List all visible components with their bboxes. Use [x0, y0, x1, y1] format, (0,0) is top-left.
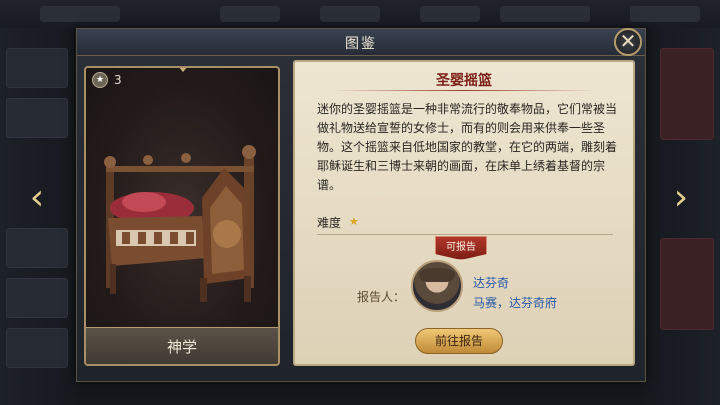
title-divider [331, 90, 597, 91]
reporter-avatar[interactable] [411, 260, 463, 312]
reportable-badge: 可报告 [435, 236, 487, 260]
reporter-location[interactable]: 马赛，达芬奇府 [473, 294, 557, 311]
background-top-bar [0, 0, 720, 28]
background-top-item [220, 6, 280, 22]
cradle-image [104, 145, 256, 302]
background-tab [6, 278, 68, 318]
star-count: 3 [114, 73, 122, 87]
background-top-item [500, 6, 590, 22]
dialog-title: 图鉴 [345, 36, 377, 52]
item-category: 神学 [166, 338, 197, 356]
reporter-label: 报告人： [357, 290, 406, 304]
background-top-item [320, 6, 380, 22]
background-card [660, 48, 714, 140]
background-tab [6, 98, 68, 138]
go-report-button[interactable]: 前往报告 [415, 328, 503, 354]
item-detail-panel: 圣婴摇篮 迷你的圣婴摇篮是一种非常流行的敬奉物品，它们常被当做礼物送给宣誓的女修… [293, 60, 635, 366]
background-top-item [420, 6, 480, 22]
divider [317, 234, 613, 235]
difficulty-label: 难度 [317, 216, 342, 230]
next-arrow-button[interactable]: › [664, 180, 698, 216]
background-top-item [40, 6, 120, 22]
close-button[interactable]: ✕ [614, 28, 642, 56]
card-ornament [178, 68, 188, 72]
background-tab [6, 228, 68, 268]
reporter-name[interactable]: 达芬奇 [473, 274, 509, 291]
background-card [660, 238, 714, 330]
item-title: 圣婴摇篮 [436, 73, 492, 89]
card-footer: 神学 [86, 327, 278, 364]
chevron-right-icon: › [673, 177, 689, 218]
background-tab [6, 328, 68, 368]
background-tab [6, 48, 68, 88]
item-card: ★ 3 神学 [84, 66, 280, 366]
item-description: 迷你的圣婴摇篮是一种非常流行的敬奉物品，它们常被当做礼物送给宣誓的女修士，而有的… [317, 102, 618, 192]
background-top-item [630, 6, 700, 22]
dialog-title-bar: 图鉴 [77, 29, 645, 56]
close-icon: ✕ [619, 29, 637, 53]
difficulty-star-icon: ★ [349, 215, 359, 228]
chevron-left-icon: ‹ [29, 177, 45, 218]
hat-icon [419, 268, 455, 282]
previous-arrow-button[interactable]: ‹ [20, 180, 54, 216]
star-icon: ★ [92, 72, 108, 88]
